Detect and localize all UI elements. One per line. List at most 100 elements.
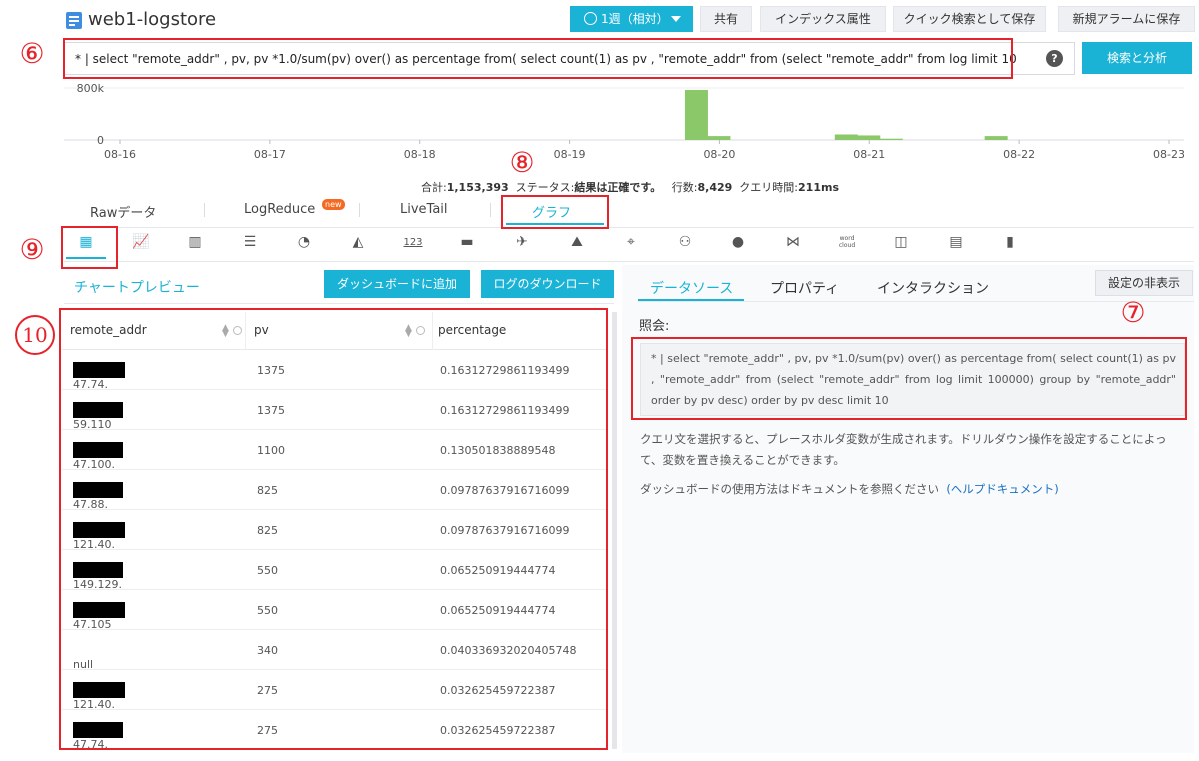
table-row: 47.74. 275 0.032625459722387 [62, 710, 606, 751]
help-icon[interactable]: ? [1046, 50, 1063, 67]
table-row: 47.74. 1375 0.16312729861193499 [62, 350, 606, 391]
search-input[interactable]: * | select "remote_addr" , pv, pv *1.0/s… [64, 42, 1075, 75]
redacted-mask [73, 401, 123, 418]
cell-remote-addr: 47.74. [73, 361, 125, 391]
time-range-button[interactable]: 1週（相対） [570, 6, 693, 32]
china-map-icon[interactable]: ⛰ [566, 233, 588, 251]
tab-divider [204, 203, 205, 217]
search-icon[interactable] [233, 326, 242, 335]
save-alarm-button[interactable]: 新規アラームに保存 [1058, 6, 1195, 32]
stacked-icon[interactable]: ▮ [999, 233, 1021, 251]
preview-title: チャートプレビュー [74, 280, 200, 296]
tab-divider [359, 203, 360, 217]
cell-percentage: 0.065250919444774 [440, 604, 556, 617]
annotation-9: ⑨ [19, 233, 45, 266]
add-to-dashboard-button[interactable]: ダッシュボードに追加 [324, 270, 470, 298]
histogram-bar[interactable] [834, 134, 858, 140]
sort-icon[interactable]: ▲ ▼ [222, 324, 229, 339]
table-scrollbar[interactable] [612, 312, 617, 749]
treemap-icon[interactable]: ◫ [890, 233, 912, 251]
bar-chart-icon[interactable]: ▥ [184, 233, 206, 251]
column-icon[interactable]: ▤ [945, 233, 967, 251]
tab-livetail[interactable]: LiveTail [400, 202, 448, 217]
cell-percentage: 0.032625459722387 [440, 684, 556, 697]
table-row: 47.105 550 0.065250919444774 [62, 590, 606, 631]
progress-icon[interactable]: ▬ [456, 233, 478, 251]
area-chart-icon[interactable]: ◭ [347, 233, 369, 251]
cell-percentage: 0.065250919444774 [440, 564, 556, 577]
tab-interaction[interactable]: インタラクション [877, 278, 989, 298]
cell-percentage: 0.09787637916716099 [440, 524, 570, 537]
histogram-bar[interactable] [879, 138, 903, 140]
geo-map-icon[interactable]: ⌖ [620, 233, 642, 251]
cell-remote-addr: 59.110 [73, 401, 123, 431]
redacted-mask [73, 521, 125, 538]
cell-pv: 825 [257, 484, 278, 497]
cell-percentage: 0.16312729861193499 [440, 404, 570, 417]
column-header-remote-addr[interactable]: remote_addr [70, 323, 147, 337]
bubble-icon[interactable]: ● [727, 233, 749, 251]
histogram-bar[interactable] [984, 136, 1008, 140]
cell-pv: 550 [257, 604, 278, 617]
y-tick-label: 800k [77, 82, 105, 95]
sort-icon[interactable]: ▲ ▼ [405, 324, 412, 339]
tab-graph[interactable]: グラフ [532, 202, 571, 221]
cell-pv: 340 [257, 644, 278, 657]
y-tick-label: 0 [97, 134, 104, 147]
tab-data-source[interactable]: データソース [650, 278, 733, 298]
world-map-icon[interactable]: ✈ [511, 233, 533, 251]
tab-divider [490, 203, 491, 217]
cell-pv: 275 [257, 724, 278, 737]
tab-properties[interactable]: プロパティ [770, 278, 839, 298]
pie-chart-icon[interactable]: ◔ [293, 233, 315, 251]
cell-pv: 550 [257, 564, 278, 577]
x-tick-label: 08-23 [1153, 148, 1184, 161]
column-header-percentage[interactable]: percentage [438, 323, 506, 337]
cell-pv: 1100 [257, 444, 285, 457]
query-label: 照会: [639, 319, 670, 334]
help-doc-link[interactable]: (ヘルプドキュメント) [946, 482, 1058, 496]
column-header-pv[interactable]: pv [254, 323, 269, 337]
word-cloud-icon[interactable]: word cloud [836, 233, 858, 251]
cell-percentage: 0.032625459722387 [440, 724, 556, 737]
redacted-mask [73, 681, 125, 698]
redacted-mask [73, 721, 123, 738]
sankey-icon[interactable]: ⋈ [782, 233, 804, 251]
table-icon-underline [66, 257, 106, 259]
cell-percentage: 0.040336932020405748 [440, 644, 577, 657]
tab-logreduce[interactable]: LogReduce new [244, 199, 345, 217]
horizontal-bar-icon[interactable]: ☰ [239, 233, 261, 251]
cell-remote-addr: 121.40. [73, 521, 125, 551]
histogram-bar[interactable] [857, 135, 881, 140]
line-chart-icon[interactable]: 📈 [130, 233, 152, 251]
search-icon[interactable] [416, 326, 425, 335]
cell-pv: 1375 [257, 404, 285, 417]
table-row: 121.40. 825 0.09787637916716099 [62, 510, 606, 551]
settings-baseline [638, 301, 1194, 302]
table-row: 59.110 1375 0.16312729861193499 [62, 390, 606, 431]
histogram-bar[interactable] [707, 136, 731, 140]
query-display[interactable]: * | select "remote_addr" , pv, pv *1.0/s… [640, 343, 1185, 416]
x-tick-label: 08-22 [1003, 148, 1035, 161]
search-analyze-button[interactable]: 検索と分析 [1082, 42, 1192, 74]
table-icon[interactable]: ▦ [75, 233, 97, 251]
share-button[interactable]: 共有 [700, 6, 752, 32]
icons-baseline [64, 261, 1194, 262]
page-title: web1-logstore [88, 9, 217, 30]
x-tick-label: 08-16 [104, 148, 136, 161]
cell-remote-addr: 47.88. [73, 481, 123, 511]
preview-baseline [64, 303, 614, 304]
tab-raw-data[interactable]: Rawデータ [90, 202, 156, 221]
download-logs-button[interactable]: ログのダウンロード [481, 270, 614, 298]
x-tick-label: 08-18 [404, 148, 436, 161]
number-icon[interactable]: 123 [402, 233, 424, 251]
annotation-7: ⑦ [1120, 296, 1146, 329]
annotation-10: 10 [15, 315, 55, 355]
save-quick-search-button[interactable]: クイック検索として保存 [893, 6, 1046, 32]
x-tick-label: 08-19 [554, 148, 586, 161]
query-description: クエリ文を選択すると、プレースホルダ変数が生成されます。ドリルダウン操作を設定す… [640, 432, 1167, 467]
histogram-bar[interactable] [684, 89, 708, 140]
flow-icon[interactable]: ⚇ [674, 233, 696, 251]
cell-percentage: 0.16312729861193499 [440, 364, 570, 377]
index-attributes-button[interactable]: インデックス属性 [760, 6, 886, 32]
